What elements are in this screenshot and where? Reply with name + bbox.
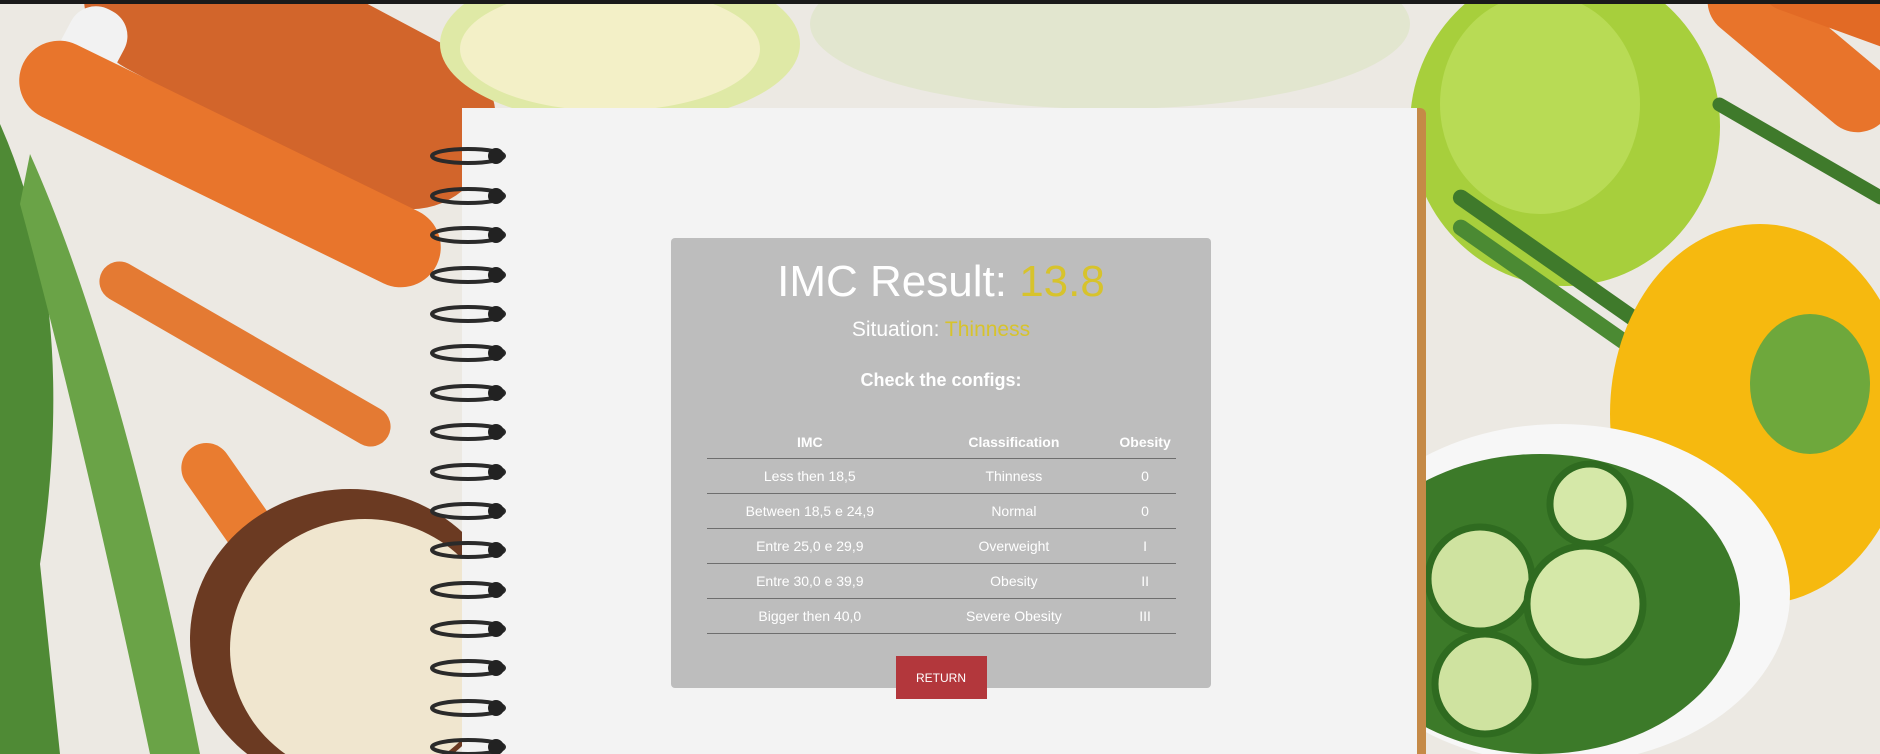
cell-obesity: 0 [1114,458,1176,494]
cell-obesity: III [1114,598,1176,634]
table-row: Between 18,5 e 24,9 Normal 0 [706,493,1176,529]
situation-label: Situation: [851,318,940,341]
header-imc: IMC [706,426,914,459]
cell-imc: Bigger then 40,0 [706,598,914,634]
table-row: Entre 30,0 e 39,9 Obesity II [706,563,1176,599]
table-row: Less then 18,5 Thinness 0 [706,458,1176,494]
cell-imc: Between 18,5 e 24,9 [706,493,914,529]
result-title-label: IMC Result: [777,257,1007,306]
cell-classification: Obesity [913,563,1115,599]
cell-imc: Less then 18,5 [706,458,914,494]
result-value: 13.8 [1019,257,1105,306]
table-row: Entre 25,0 e 29,9 Overweight I [706,528,1176,564]
configs-table: IMC Classification Obesity Less then 18,… [706,426,1176,634]
cell-classification: Normal [913,493,1115,529]
header-obesity: Obesity [1114,426,1176,459]
result-card: IMC Result: 13.8 Situation: Thinness Che… [671,238,1211,699]
cell-classification: Severe Obesity [913,598,1115,634]
configs-heading: Check the configs: [860,370,1022,390]
situation-line: Situation: Thinness [671,316,1211,344]
cell-obesity: II [1114,563,1176,599]
return-button[interactable]: RETURN [895,656,987,699]
table-header-row: IMC Classification Obesity [706,426,1176,459]
situation-value: Thinness [944,318,1031,341]
header-classification: Classification [913,426,1115,459]
table-row: Bigger then 40,0 Severe Obesity III [706,598,1176,634]
result-title: IMC Result: 13.8 [671,254,1211,310]
cell-classification: Overweight [913,528,1115,564]
cell-classification: Thinness [913,458,1115,494]
cell-imc: Entre 25,0 e 29,9 [706,528,914,564]
cell-imc: Entre 30,0 e 39,9 [706,563,914,599]
cell-obesity: I [1114,528,1176,564]
cell-obesity: 0 [1114,493,1176,529]
